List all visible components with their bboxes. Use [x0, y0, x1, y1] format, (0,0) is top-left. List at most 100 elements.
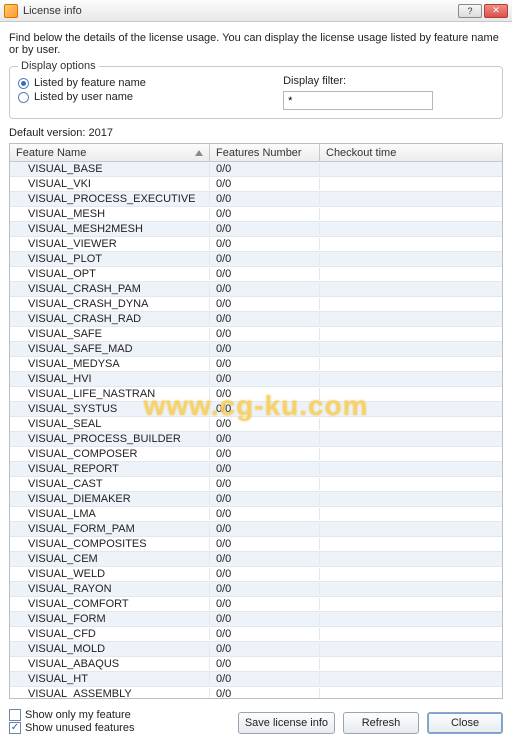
bottom-bar: Show only my feature Show unused feature…: [9, 709, 503, 734]
table-row[interactable]: VISUAL_LIFE_NASTRAN0/0: [10, 387, 502, 402]
cell-feature-name: VISUAL_CRASH_PAM: [10, 283, 210, 295]
table-body[interactable]: VISUAL_BASE0/0VISUAL_VKI0/0VISUAL_PROCES…: [10, 162, 502, 698]
cell-feature-name: VISUAL_CAST: [10, 478, 210, 490]
cell-feature-name: VISUAL_SAFE: [10, 328, 210, 340]
table-row[interactable]: VISUAL_CAST0/0: [10, 477, 502, 492]
table-row[interactable]: VISUAL_PROCESS_BUILDER0/0: [10, 432, 502, 447]
cell-feature-name: VISUAL_DIEMAKER: [10, 493, 210, 505]
table-row[interactable]: VISUAL_PLOT0/0: [10, 252, 502, 267]
column-header-checkout-time[interactable]: Checkout time: [320, 144, 502, 161]
cell-features-number: 0/0: [210, 208, 320, 220]
cell-feature-name: VISUAL_CFD: [10, 628, 210, 640]
radio-listed-by-user[interactable]: Listed by user name: [18, 91, 271, 103]
refresh-button[interactable]: Refresh: [343, 712, 419, 734]
table-row[interactable]: VISUAL_SYSTUS0/0: [10, 402, 502, 417]
table-row[interactable]: VISUAL_LMA0/0: [10, 507, 502, 522]
cell-features-number: 0/0: [210, 343, 320, 355]
cell-features-number: 0/0: [210, 298, 320, 310]
sort-asc-icon: [195, 150, 203, 156]
cell-features-number: 0/0: [210, 628, 320, 640]
checkbox-label: Show unused features: [25, 722, 134, 734]
display-options-legend: Display options: [18, 60, 99, 72]
cell-features-number: 0/0: [210, 553, 320, 565]
content: Find below the details of the license us…: [0, 22, 512, 699]
table-row[interactable]: VISUAL_CRASH_RAD0/0: [10, 312, 502, 327]
table-row[interactable]: VISUAL_SAFE_MAD0/0: [10, 342, 502, 357]
cell-features-number: 0/0: [210, 178, 320, 190]
checkbox-show-only-my-feature[interactable]: Show only my feature: [9, 709, 134, 721]
display-filter-input[interactable]: [283, 91, 433, 110]
close-window-button[interactable]: ✕: [484, 4, 508, 18]
radio-icon: [18, 92, 29, 103]
close-button[interactable]: Close: [427, 712, 503, 734]
display-filter-block: Display filter:: [271, 75, 494, 110]
table-row[interactable]: VISUAL_REPORT0/0: [10, 462, 502, 477]
table-row[interactable]: VISUAL_PROCESS_EXECUTIVE0/0: [10, 192, 502, 207]
cell-features-number: 0/0: [210, 568, 320, 580]
display-options-group: Display options Listed by feature name L…: [9, 66, 503, 119]
cell-features-number: 0/0: [210, 358, 320, 370]
table-row[interactable]: VISUAL_VIEWER0/0: [10, 237, 502, 252]
cell-feature-name: VISUAL_FORM: [10, 613, 210, 625]
table-row[interactable]: VISUAL_BASE0/0: [10, 162, 502, 177]
table-row[interactable]: VISUAL_CRASH_DYNA0/0: [10, 297, 502, 312]
table-row[interactable]: VISUAL_RAYON0/0: [10, 582, 502, 597]
cell-feature-name: VISUAL_PLOT: [10, 253, 210, 265]
cell-features-number: 0/0: [210, 613, 320, 625]
table-row[interactable]: VISUAL_MESH0/0: [10, 207, 502, 222]
table-row[interactable]: VISUAL_FORM_PAM0/0: [10, 522, 502, 537]
cell-features-number: 0/0: [210, 538, 320, 550]
cell-feature-name: VISUAL_COMFORT: [10, 598, 210, 610]
table-row[interactable]: VISUAL_MESH2MESH0/0: [10, 222, 502, 237]
table-row[interactable]: VISUAL_SAFE0/0: [10, 327, 502, 342]
cell-feature-name: VISUAL_HT: [10, 673, 210, 685]
checkbox-label: Show only my feature: [25, 709, 131, 721]
cell-features-number: 0/0: [210, 313, 320, 325]
checkbox-show-unused-features[interactable]: Show unused features: [9, 722, 134, 734]
table-row[interactable]: VISUAL_HVI0/0: [10, 372, 502, 387]
table-row[interactable]: VISUAL_HT0/0: [10, 672, 502, 687]
bottom-buttons: Save license info Refresh Close: [238, 712, 503, 734]
table-row[interactable]: VISUAL_SEAL0/0: [10, 417, 502, 432]
cell-feature-name: VISUAL_SEAL: [10, 418, 210, 430]
default-version-label: Default version: 2017: [9, 127, 503, 139]
column-header-features-number[interactable]: Features Number: [210, 144, 320, 161]
table-row[interactable]: VISUAL_WELD0/0: [10, 567, 502, 582]
table-row[interactable]: VISUAL_COMFORT0/0: [10, 597, 502, 612]
save-license-info-button[interactable]: Save license info: [238, 712, 335, 734]
radio-label: Listed by user name: [34, 91, 133, 103]
table-row[interactable]: VISUAL_DIEMAKER0/0: [10, 492, 502, 507]
column-header-feature-name[interactable]: Feature Name: [10, 144, 210, 161]
table-row[interactable]: VISUAL_ABAQUS0/0: [10, 657, 502, 672]
table-row[interactable]: VISUAL_VKI0/0: [10, 177, 502, 192]
cell-feature-name: VISUAL_SAFE_MAD: [10, 343, 210, 355]
cell-features-number: 0/0: [210, 253, 320, 265]
table-row[interactable]: VISUAL_CRASH_PAM0/0: [10, 282, 502, 297]
table-row[interactable]: VISUAL_CEM0/0: [10, 552, 502, 567]
radio-icon: [18, 78, 29, 89]
cell-feature-name: VISUAL_VKI: [10, 178, 210, 190]
help-button[interactable]: ?: [458, 4, 482, 18]
cell-features-number: 0/0: [210, 478, 320, 490]
radio-listed-by-feature[interactable]: Listed by feature name: [18, 77, 271, 89]
cell-feature-name: VISUAL_SYSTUS: [10, 403, 210, 415]
cell-feature-name: VISUAL_FORM_PAM: [10, 523, 210, 535]
column-header-label: Feature Name: [16, 147, 86, 159]
table-row[interactable]: VISUAL_ASSEMBLY0/0: [10, 687, 502, 698]
table-row[interactable]: VISUAL_OPT0/0: [10, 267, 502, 282]
cell-feature-name: VISUAL_MESH2MESH: [10, 223, 210, 235]
table-row[interactable]: VISUAL_CFD0/0: [10, 627, 502, 642]
cell-feature-name: VISUAL_COMPOSITES: [10, 538, 210, 550]
table-row[interactable]: VISUAL_COMPOSER0/0: [10, 447, 502, 462]
cell-features-number: 0/0: [210, 268, 320, 280]
cell-feature-name: VISUAL_RAYON: [10, 583, 210, 595]
cell-features-number: 0/0: [210, 673, 320, 685]
column-header-label: Checkout time: [326, 147, 396, 159]
cell-features-number: 0/0: [210, 388, 320, 400]
table-row[interactable]: VISUAL_MOLD0/0: [10, 642, 502, 657]
table-row[interactable]: VISUAL_MEDYSA0/0: [10, 357, 502, 372]
cell-features-number: 0/0: [210, 373, 320, 385]
cell-feature-name: VISUAL_ABAQUS: [10, 658, 210, 670]
table-row[interactable]: VISUAL_COMPOSITES0/0: [10, 537, 502, 552]
table-row[interactable]: VISUAL_FORM0/0: [10, 612, 502, 627]
